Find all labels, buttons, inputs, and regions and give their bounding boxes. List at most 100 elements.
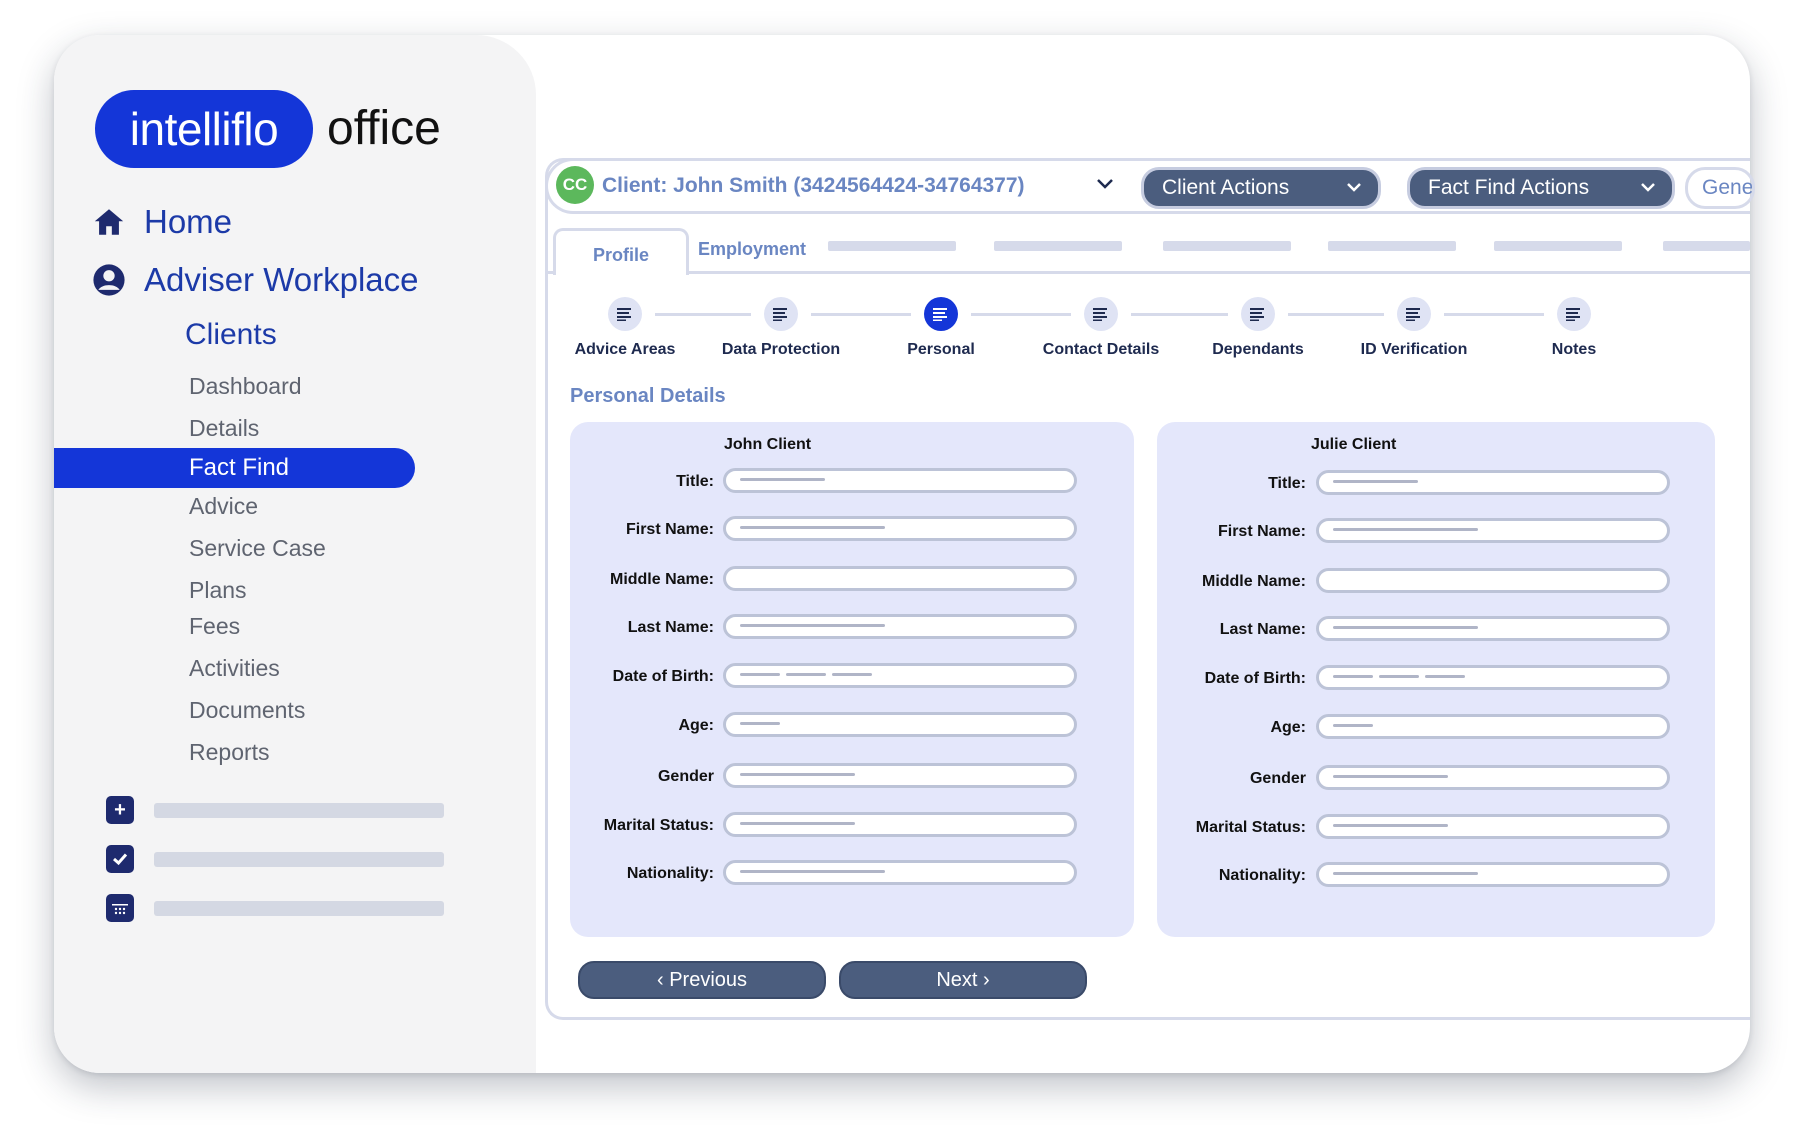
text-lines-icon xyxy=(617,308,631,321)
placeholder-line xyxy=(740,673,780,676)
fact-find-actions-dropdown[interactable]: Fact Find Actions xyxy=(1407,167,1675,209)
chevron-down-icon[interactable] xyxy=(1096,178,1114,190)
tool-row-calendar[interactable] xyxy=(106,894,444,922)
client-2-gender-input[interactable] xyxy=(1316,765,1670,790)
nav-home-label: Home xyxy=(144,203,233,240)
next-button[interactable]: Next › xyxy=(839,961,1087,999)
step-label[interactable]: Data Protection xyxy=(722,341,840,359)
nav-home[interactable]: Home xyxy=(92,203,232,241)
check-square-icon xyxy=(106,845,134,873)
step-label[interactable]: Advice Areas xyxy=(575,341,676,359)
chevron-right-icon: › xyxy=(977,969,990,991)
nav-item-dashboard[interactable]: Dashboard xyxy=(189,373,302,400)
tab-placeholder[interactable] xyxy=(1163,241,1291,251)
nav-item-reports[interactable]: Reports xyxy=(189,739,270,766)
nav-item-activities[interactable]: Activities xyxy=(189,655,280,682)
fact-find-actions-label: Fact Find Actions xyxy=(1428,176,1590,199)
nav-item-service-case[interactable]: Service Case xyxy=(189,535,326,562)
client-2-date-of-birth-input[interactable] xyxy=(1316,665,1670,690)
step-contact-details[interactable] xyxy=(1084,297,1118,331)
client-2-middle-name-input[interactable] xyxy=(1316,568,1670,593)
step-label[interactable]: Personal xyxy=(907,341,975,359)
tab-placeholder[interactable] xyxy=(1663,241,1750,251)
previous-label: Previous xyxy=(669,969,748,991)
step-notes[interactable] xyxy=(1557,297,1591,331)
placeholder-line xyxy=(1379,675,1419,678)
tab-employment[interactable]: Employment xyxy=(698,239,806,260)
client-actions-label: Client Actions xyxy=(1162,176,1290,199)
client-1-first-name-input[interactable] xyxy=(723,516,1077,541)
client-1-last-name-input[interactable] xyxy=(723,614,1077,639)
placeholder-line xyxy=(1333,626,1478,629)
step-dependants[interactable] xyxy=(1241,297,1275,331)
field-label: Title: xyxy=(676,473,714,490)
field-label: Marital Status: xyxy=(1195,819,1306,836)
client-1-date-of-birth-input[interactable] xyxy=(723,663,1077,688)
placeholder-line xyxy=(1333,724,1373,727)
previous-button[interactable]: ‹ Previous xyxy=(578,961,826,999)
placeholder-line xyxy=(740,722,780,725)
text-lines-icon xyxy=(1093,308,1107,321)
field-label: First Name: xyxy=(1217,523,1306,540)
tool-row-add[interactable]: + xyxy=(106,796,444,824)
field-label: Age: xyxy=(1270,719,1306,736)
client-2-nationality-input[interactable] xyxy=(1316,862,1670,887)
step-label[interactable]: Notes xyxy=(1552,341,1596,359)
nav-item-details[interactable]: Details xyxy=(189,415,259,442)
step-label[interactable]: Contact Details xyxy=(1043,341,1159,359)
step-data-protection[interactable] xyxy=(764,297,798,331)
placeholder-line xyxy=(740,870,885,873)
step-personal[interactable] xyxy=(924,297,958,331)
client-actions-dropdown[interactable]: Client Actions xyxy=(1141,167,1381,209)
nav-item-fees[interactable]: Fees xyxy=(189,613,240,640)
more-actions-button[interactable]: Gene xyxy=(1685,167,1755,209)
client-selector[interactable]: Client: John Smith (3424564424-34764377) xyxy=(602,174,1025,198)
stepper-connector xyxy=(971,313,1071,316)
user-circle-icon xyxy=(93,264,125,296)
placeholder-line xyxy=(740,624,885,627)
client-1-age-input[interactable] xyxy=(723,712,1077,737)
nav-item-plans[interactable]: Plans xyxy=(189,577,247,604)
tool-row-tasks[interactable] xyxy=(106,845,444,873)
step-id-verification[interactable] xyxy=(1397,297,1431,331)
step-label[interactable]: ID Verification xyxy=(1361,341,1468,359)
field-label: Date of Birth: xyxy=(612,668,714,685)
tab-placeholder[interactable] xyxy=(828,241,956,251)
client-avatar: CC xyxy=(556,166,594,204)
step-label[interactable]: Dependants xyxy=(1212,341,1304,359)
nav-item-advice[interactable]: Advice xyxy=(189,493,258,520)
calendar-icon xyxy=(106,894,134,922)
client-2-title-input[interactable] xyxy=(1316,470,1670,495)
placeholder-bar xyxy=(154,900,444,916)
client-1-nationality-input[interactable] xyxy=(723,860,1077,885)
client-2-age-input[interactable] xyxy=(1316,714,1670,739)
step-advice-areas[interactable] xyxy=(608,297,642,331)
client-2-first-name-input[interactable] xyxy=(1316,518,1670,543)
tab-placeholder[interactable] xyxy=(1494,241,1622,251)
tab-profile[interactable]: Profile xyxy=(553,228,689,275)
client-2-last-name-input[interactable] xyxy=(1316,616,1670,641)
section-title: Personal Details xyxy=(570,385,726,407)
nav-item-documents[interactable]: Documents xyxy=(189,697,305,724)
nav-item-fact-find[interactable]: Fact Find xyxy=(54,448,415,488)
placeholder-line xyxy=(740,773,855,776)
placeholder-bar xyxy=(154,802,444,818)
stepper-connector xyxy=(1288,313,1384,316)
nav-adviser-workplace[interactable]: Adviser Workplace xyxy=(92,261,419,299)
client-1-middle-name-input[interactable] xyxy=(723,566,1077,591)
tab-placeholder[interactable] xyxy=(1328,241,1456,251)
text-lines-icon xyxy=(773,308,787,321)
client-1-name: John Client xyxy=(724,436,812,453)
tab-placeholder[interactable] xyxy=(994,241,1122,251)
client-1-gender-input[interactable] xyxy=(723,763,1077,788)
client-1-marital-status-input[interactable] xyxy=(723,812,1077,837)
text-lines-icon xyxy=(1566,308,1580,321)
nav-clients[interactable]: Clients xyxy=(185,318,277,352)
client-2-marital-status-input[interactable] xyxy=(1316,814,1670,839)
client-1-title-input[interactable] xyxy=(723,468,1077,493)
home-icon xyxy=(94,209,124,235)
logo-suffix: office xyxy=(327,102,441,155)
field-label: Gender xyxy=(657,768,714,785)
placeholder-line xyxy=(1333,480,1418,483)
field-label: Nationality: xyxy=(1218,867,1306,884)
